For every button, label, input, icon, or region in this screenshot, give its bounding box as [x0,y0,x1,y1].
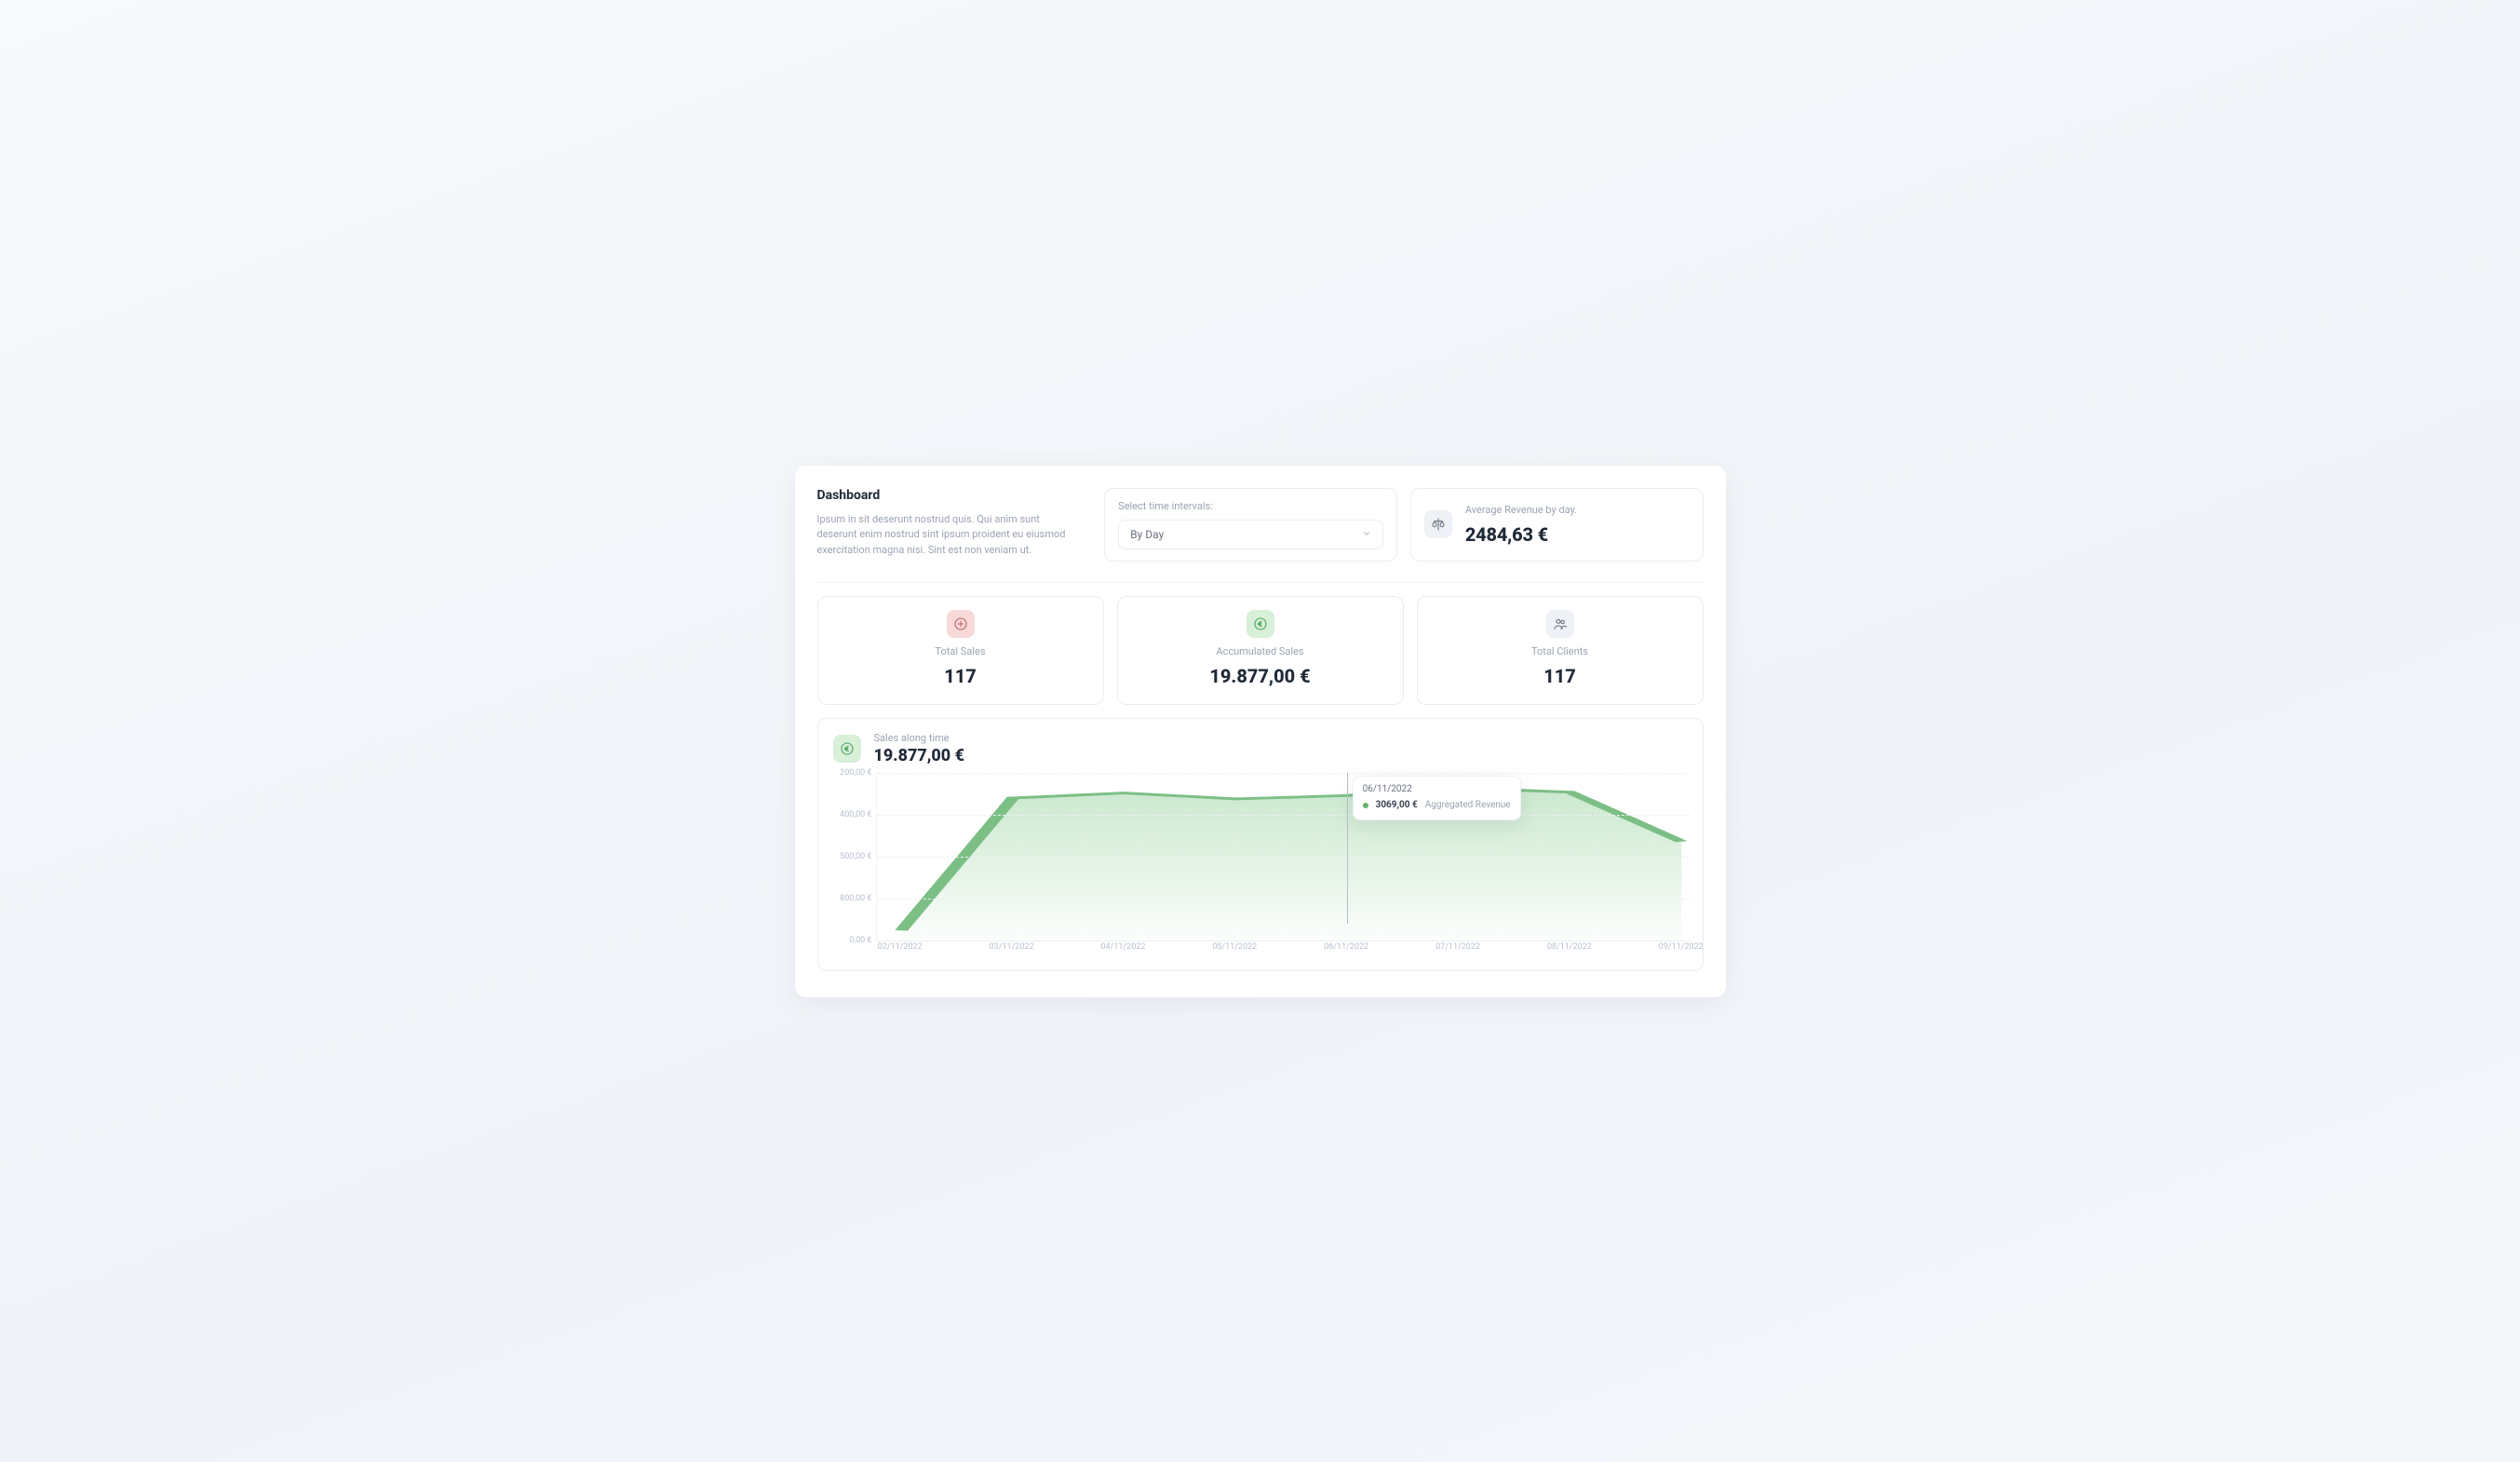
kpi-total-clients: Total Clients 117 [1417,596,1704,705]
y-tick-label: 0,00 € [849,936,871,945]
kpi-total-sales: Total Sales 117 [817,596,1104,705]
dashboard-panel: Dashboard Ipsum in sit deserunt nostrud … [795,466,1726,997]
kpi-value: 117 [944,665,977,687]
kpi-value: 19.877,00 € [1209,665,1310,687]
grid-line [877,857,1690,858]
y-tick-label: 200,00 € [840,768,871,778]
chart-card: Sales along time 19.877,00 € 200,00 € 400… [817,718,1704,971]
chart-total: 19.877,00 € [874,746,965,765]
chart-body[interactable]: 200,00 €400,00 €500,00 €800,00 €0,00 € [831,773,1690,941]
chevron-down-icon [1362,528,1371,541]
chart-header: Sales along time 19.877,00 € [831,732,1690,765]
x-tick-label: 06/11/2022 [1324,942,1368,952]
chart-plot[interactable]: 06/11/2022 3069,00 € Aggregated Revenue [876,773,1690,941]
tooltip-series-dot-icon [1363,803,1368,808]
grid-line [877,899,1690,900]
x-tick-label: 08/11/2022 [1547,942,1592,952]
x-tick-label: 02/11/2022 [878,942,923,952]
interval-label: Select time intervals: [1118,500,1383,512]
interval-selected: By Day [1130,528,1164,541]
kpi-label: Total Clients [1531,645,1588,657]
interval-select[interactable]: By Day [1118,520,1383,549]
y-tick-label: 400,00 € [840,810,871,819]
y-tick-label: 500,00 € [840,852,871,861]
chart-x-axis: 02/11/2022 03/11/2022 04/11/2022 05/11/2022… [876,941,1690,957]
avg-revenue-card: Average Revenue by day. 2484,63 € [1410,488,1704,562]
euro-icon [1247,610,1274,638]
kpi-accumulated-sales: Accumulated Sales 19.877,00 € [1117,596,1404,705]
chart-y-axis: 200,00 €400,00 €500,00 €800,00 €0,00 € [831,773,876,941]
chart-tooltip: 06/11/2022 3069,00 € Aggregated Revenue [1353,776,1521,820]
users-icon [1546,610,1574,638]
grid-line [877,815,1690,816]
kpi-row: Total Sales 117 Accumulated Sales 19.877… [817,596,1704,705]
x-tick-label: 07/11/2022 [1435,942,1480,952]
tooltip-value: 3069,00 € [1376,800,1418,810]
kpi-label: Total Sales [936,645,986,657]
x-tick-label: 04/11/2022 [1100,942,1145,952]
kpi-label: Accumulated Sales [1216,645,1303,657]
x-tick-label: 09/11/2022 [1659,942,1704,952]
page-subtitle: Ipsum in sit deserunt nostrud quis. Qui … [817,512,1083,559]
interval-card: Select time intervals: By Day [1104,488,1397,562]
tooltip-date: 06/11/2022 [1363,784,1511,794]
euro-icon [833,735,861,763]
header-row: Dashboard Ipsum in sit deserunt nostrud … [817,488,1704,583]
kpi-value: 117 [1543,665,1576,687]
x-tick-label: 05/11/2022 [1212,942,1257,952]
page-title: Dashboard [817,488,1083,503]
tooltip-series: Aggregated Revenue [1425,800,1511,810]
scales-icon [1424,510,1452,538]
grid-line [877,773,1690,774]
y-tick-label: 800,00 € [840,894,871,903]
avg-revenue-label: Average Revenue by day. [1465,504,1577,516]
x-tick-label: 03/11/2022 [990,942,1034,952]
plus-circle-icon [947,610,975,638]
avg-revenue-value: 2484,63 € [1465,523,1577,546]
chart-title: Sales along time [874,732,965,744]
header-left: Dashboard Ipsum in sit deserunt nostrud … [817,488,1092,562]
chart-hover-line [1347,773,1348,924]
